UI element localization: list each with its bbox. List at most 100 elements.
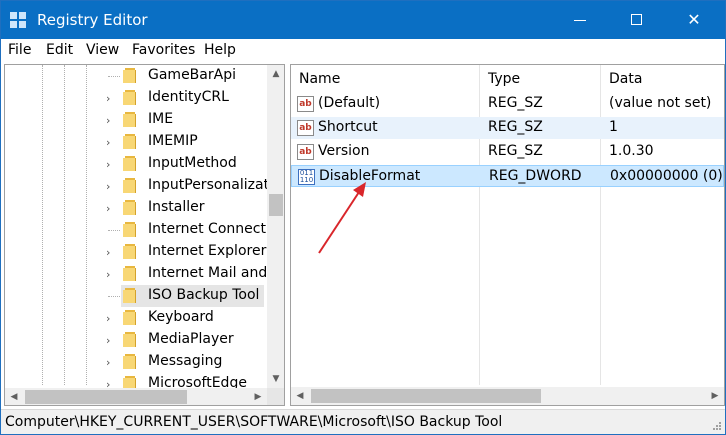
value-data: 1.0.30 — [609, 143, 654, 159]
folder-icon — [123, 90, 138, 105]
values-horizontal-scrollbar[interactable]: ◀ ▶ — [291, 387, 724, 405]
folder-icon — [123, 134, 138, 149]
tree-item[interactable]: › Messaging — [5, 351, 267, 373]
status-bar: Computer\HKEY_CURRENT_USER\SOFTWARE\Micr… — [1, 409, 725, 434]
folder-icon — [123, 288, 138, 303]
column-header-type[interactable]: Type — [488, 65, 520, 93]
tree-item-label: Internet Explorer — [148, 243, 267, 259]
expand-chevron-icon[interactable]: › — [106, 334, 110, 347]
title-bar[interactable]: Registry Editor ✕ — [1, 1, 725, 39]
string-value-icon: ab — [297, 120, 314, 136]
status-path: Computer\HKEY_CURRENT_USER\SOFTWARE\Micr… — [5, 414, 503, 430]
folder-icon — [123, 354, 138, 369]
value-type: REG_SZ — [488, 143, 543, 159]
value-data: 1 — [609, 119, 618, 135]
tree-item[interactable]: › Internet Mail and — [5, 263, 267, 285]
tree-guide-line — [108, 76, 120, 77]
expand-chevron-icon[interactable]: › — [106, 202, 110, 215]
tree-item-label: Installer — [148, 199, 205, 215]
tree-item[interactable]: Internet Connecti — [5, 219, 270, 241]
tree-item-label: IdentityCRL — [148, 89, 229, 105]
tree-item-label: IMEMIP — [148, 133, 198, 149]
scroll-left-icon[interactable]: ◀ — [5, 388, 23, 405]
value-name: Version — [318, 143, 370, 159]
tree-item[interactable]: › IdentityCRL — [5, 87, 267, 109]
maximize-icon — [631, 14, 642, 25]
expand-chevron-icon[interactable]: › — [106, 356, 110, 369]
registry-editor-window: Registry Editor ✕ File Edit View Favorit… — [0, 0, 726, 435]
resize-grip-icon[interactable] — [712, 421, 722, 431]
key-tree-pane[interactable]: GameBarApi › IdentityCRL › IME › IMEMIP › InputM… — [4, 64, 285, 406]
tree-item[interactable]: › InputMethod — [5, 153, 267, 175]
annotation-arrow — [318, 182, 366, 254]
maximize-button[interactable] — [614, 1, 660, 39]
tree-item-label: Internet Mail and — [148, 265, 268, 281]
column-header-name[interactable]: Name — [299, 65, 340, 93]
close-icon: ✕ — [687, 10, 701, 29]
tree-guide-line — [108, 230, 120, 231]
tree-item[interactable]: › Internet Explorer — [5, 241, 267, 263]
folder-icon — [123, 310, 138, 325]
expand-chevron-icon[interactable]: › — [106, 158, 110, 171]
folder-icon — [123, 156, 138, 171]
tree-item-label: GameBarApi — [148, 67, 236, 83]
scrollbar-corner — [267, 388, 284, 405]
expand-chevron-icon[interactable]: › — [106, 136, 110, 149]
tree-item[interactable]: › Installer — [5, 197, 267, 219]
expand-chevron-icon[interactable]: › — [106, 180, 110, 193]
scroll-left-icon[interactable]: ◀ — [291, 387, 309, 405]
tree-item[interactable]: › IME — [5, 109, 267, 131]
value-row[interactable]: ab Shortcut REG_SZ 1 — [291, 117, 724, 139]
tree-vertical-scrollbar[interactable]: ▲ ▼ — [267, 65, 284, 388]
folder-icon — [123, 200, 138, 215]
folder-icon — [123, 332, 138, 347]
menu-file[interactable]: File — [8, 42, 31, 58]
tree-item[interactable]: › InputPersonalizati — [5, 175, 273, 197]
value-data: (value not set) — [609, 95, 712, 111]
tree-item-label: IME — [148, 111, 174, 127]
expand-chevron-icon[interactable]: › — [106, 268, 110, 281]
value-row[interactable]: ab (Default) REG_SZ (value not set) — [291, 93, 724, 115]
tree-horizontal-scroll-thumb[interactable] — [25, 390, 187, 404]
scroll-right-icon[interactable]: ▶ — [249, 388, 267, 405]
folder-icon — [123, 266, 138, 281]
menu-edit[interactable]: Edit — [46, 42, 73, 58]
tree-item-label: InputMethod — [148, 155, 237, 171]
expand-chevron-icon[interactable]: › — [106, 312, 110, 325]
folder-icon — [123, 112, 138, 127]
annotation-arrow-head — [353, 182, 366, 197]
expand-chevron-icon[interactable]: › — [106, 246, 110, 259]
value-name: (Default) — [318, 95, 381, 111]
values-horizontal-scroll-thumb[interactable] — [311, 389, 541, 403]
string-value-icon: ab — [297, 144, 314, 160]
value-type: REG_SZ — [488, 119, 543, 135]
column-header-data[interactable]: Data — [609, 65, 642, 93]
close-button[interactable]: ✕ — [671, 1, 717, 39]
tree-item[interactable]: › MediaPlayer — [5, 329, 267, 351]
tree-horizontal-scrollbar[interactable]: ◀ ▶ — [5, 388, 267, 405]
scroll-up-icon[interactable]: ▲ — [267, 65, 284, 83]
tree-item-label: Internet Connecti — [148, 221, 270, 237]
scroll-down-icon[interactable]: ▼ — [267, 370, 284, 388]
tree-item[interactable]: GameBarApi — [5, 65, 267, 87]
tree-item[interactable]: › Keyboard — [5, 307, 267, 329]
string-value-icon: ab — [297, 96, 314, 112]
menu-favorites[interactable]: Favorites — [132, 42, 195, 58]
scroll-right-icon[interactable]: ▶ — [706, 387, 724, 405]
tree-item[interactable]: › IMEMIP — [5, 131, 267, 153]
annotation-arrow-shaft — [318, 188, 362, 254]
expand-chevron-icon[interactable]: › — [106, 92, 110, 105]
tree-item-label: Messaging — [148, 353, 223, 369]
minimize-icon — [574, 20, 586, 21]
tree-item[interactable]: ISO Backup Tool — [5, 285, 267, 307]
value-name: Shortcut — [318, 119, 378, 135]
tree-vertical-scroll-thumb[interactable] — [269, 194, 283, 216]
expand-chevron-icon[interactable]: › — [106, 114, 110, 127]
folder-icon — [123, 178, 138, 193]
menu-view[interactable]: View — [86, 42, 119, 58]
folder-icon — [123, 222, 138, 237]
menu-help[interactable]: Help — [204, 42, 236, 58]
folder-icon — [123, 68, 138, 83]
minimize-button[interactable] — [557, 1, 603, 39]
value-row[interactable]: ab Version REG_SZ 1.0.30 — [291, 141, 724, 163]
